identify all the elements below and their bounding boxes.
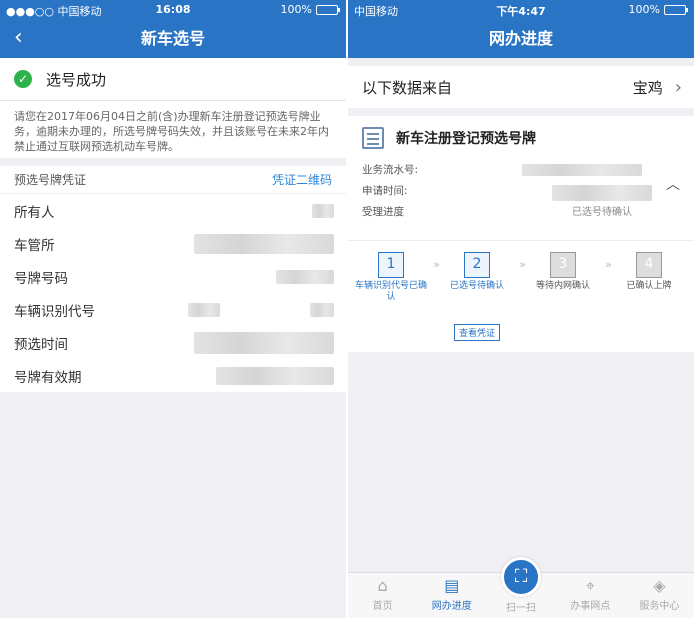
status-bar: 中国移动 下午4:47 100% bbox=[348, 0, 694, 20]
redacted-value bbox=[522, 164, 642, 176]
info-list: 所有人 车管所 号牌号码 车辆识别代号 预选时间 号牌有效期 bbox=[0, 194, 346, 392]
redacted-value bbox=[194, 331, 334, 354]
step-2: 2 已选号待确认 » bbox=[434, 252, 526, 303]
tab-service[interactable]: ◈ 服务中心 bbox=[625, 573, 694, 618]
tab-locations[interactable]: ⌖ 办事网点 bbox=[556, 573, 625, 618]
tab-label: 首页 bbox=[372, 601, 393, 612]
chevron-right-icon: › bbox=[674, 76, 682, 98]
field-label: 号牌号码 bbox=[14, 270, 68, 287]
step-number: 1 bbox=[378, 252, 404, 278]
redacted-value bbox=[194, 233, 334, 254]
tab-scan[interactable]: ⛶ 扫一扫 bbox=[486, 557, 555, 618]
battery-percent: 100% bbox=[280, 3, 312, 16]
success-banner: ✓ 选号成功 bbox=[0, 58, 346, 100]
time-label: 申请时间: bbox=[362, 185, 408, 197]
tab-label: 网办进度 bbox=[431, 601, 472, 612]
notice-text: 请您在2017年06月04日之前(含)办理新车注册登记预选号牌业务，逾期未办理的… bbox=[0, 100, 346, 158]
field-label: 车辆识别代号 bbox=[14, 303, 95, 320]
progress-value: 已选号待确认 bbox=[572, 207, 632, 218]
list-item: 预选时间 bbox=[0, 326, 346, 359]
redacted-value bbox=[188, 302, 220, 317]
list-item: 车管所 bbox=[0, 227, 346, 260]
redacted-value bbox=[216, 366, 334, 385]
field-label: 预选时间 bbox=[14, 336, 68, 353]
left-screen: ●●●○○ 中国移动 16:08 100% ‹ 新车选号 ✓ 选号成功 请您在2… bbox=[0, 0, 346, 618]
success-text: 选号成功 bbox=[46, 70, 107, 89]
battery-percent: 100% bbox=[628, 3, 660, 16]
tab-progress[interactable]: ▤ 网办进度 bbox=[417, 573, 486, 618]
progress-card: 新车注册登记预选号牌 业务流水号: 申请时间: 受理进度 已选号待确认 ︿ 1 … bbox=[348, 116, 694, 352]
step-number: 4 bbox=[636, 252, 662, 278]
tab-home[interactable]: ⌂ 首页 bbox=[348, 573, 417, 618]
list-item: 所有人 bbox=[0, 194, 346, 227]
cert-header: 预选号牌凭证 凭证二维码 bbox=[0, 166, 346, 194]
field-label: 所有人 bbox=[14, 204, 55, 221]
redacted-value bbox=[310, 302, 334, 317]
step-number: 2 bbox=[464, 252, 490, 278]
step-3: 3 等待内网确认 » bbox=[520, 252, 612, 303]
qr-code-link[interactable]: 凭证二维码 bbox=[272, 171, 332, 188]
field-label: 车管所 bbox=[14, 237, 55, 254]
home-icon: ⌂ bbox=[377, 576, 388, 595]
source-city: 宝鸡 bbox=[632, 78, 663, 97]
step-label: 车辆识别代号已确认 bbox=[354, 281, 427, 302]
service-icon: ◈ bbox=[653, 576, 666, 595]
step-number: 3 bbox=[550, 252, 576, 278]
progress-icon: ▤ bbox=[444, 576, 460, 595]
page-title: 网办进度 bbox=[488, 29, 553, 48]
scan-icon[interactable]: ⛶ bbox=[501, 557, 541, 597]
cert-label: 预选号牌凭证 bbox=[14, 173, 87, 187]
step-label: 已选号待确认 bbox=[449, 281, 504, 291]
tab-label: 服务中心 bbox=[639, 601, 680, 612]
step-label: 已确认上牌 bbox=[626, 281, 672, 291]
tab-bar: ⌂ 首页 ▤ 网办进度 ⛶ 扫一扫 ⌖ 办事网点 ◈ 服务中心 bbox=[348, 557, 694, 618]
right-screen: 中国移动 下午4:47 100% 网办进度 以下数据来自 宝鸡 › 新车注册登记… bbox=[348, 0, 694, 618]
progress-steps: 1 车辆识别代号已确认 » 2 已选号待确认 » 3 等待内网确认 » 4 已确… bbox=[348, 252, 694, 303]
nav-bar: ‹ 新车选号 bbox=[0, 20, 346, 58]
card-title: 新车注册登记预选号牌 bbox=[396, 131, 536, 147]
redacted-value bbox=[552, 185, 652, 201]
field-label: 号牌有效期 bbox=[14, 369, 82, 386]
status-bar: ●●●○○ 中国移动 16:08 100% bbox=[0, 0, 346, 20]
list-item: 号牌号码 bbox=[0, 260, 346, 293]
page-title: 新车选号 bbox=[140, 29, 205, 48]
document-icon bbox=[362, 127, 384, 149]
step-4: 4 已确认上牌 bbox=[606, 252, 692, 303]
step-1: 1 车辆识别代号已确认 » bbox=[348, 252, 440, 303]
battery-icon bbox=[316, 4, 340, 15]
tab-label: 办事网点 bbox=[570, 601, 611, 612]
nav-bar: 网办进度 bbox=[348, 20, 694, 58]
source-label: 以下数据来自 bbox=[362, 78, 453, 97]
redacted-value bbox=[276, 269, 334, 284]
step-label: 等待内网确认 bbox=[535, 281, 590, 291]
list-item: 号牌有效期 bbox=[0, 359, 346, 392]
chevron-up-icon[interactable]: ︿ bbox=[666, 174, 680, 194]
check-icon: ✓ bbox=[14, 70, 32, 88]
serial-label: 业务流水号: bbox=[362, 164, 419, 176]
list-item: 车辆识别代号 bbox=[0, 293, 346, 326]
redacted-value bbox=[312, 203, 334, 218]
location-icon: ⌖ bbox=[585, 576, 595, 595]
source-row[interactable]: 以下数据来自 宝鸡 › bbox=[348, 66, 694, 108]
view-voucher-button[interactable]: 查看凭证 bbox=[454, 324, 501, 341]
tab-label: 扫一扫 bbox=[506, 603, 536, 614]
progress-label: 受理进度 bbox=[362, 206, 404, 218]
battery-icon bbox=[664, 4, 688, 15]
